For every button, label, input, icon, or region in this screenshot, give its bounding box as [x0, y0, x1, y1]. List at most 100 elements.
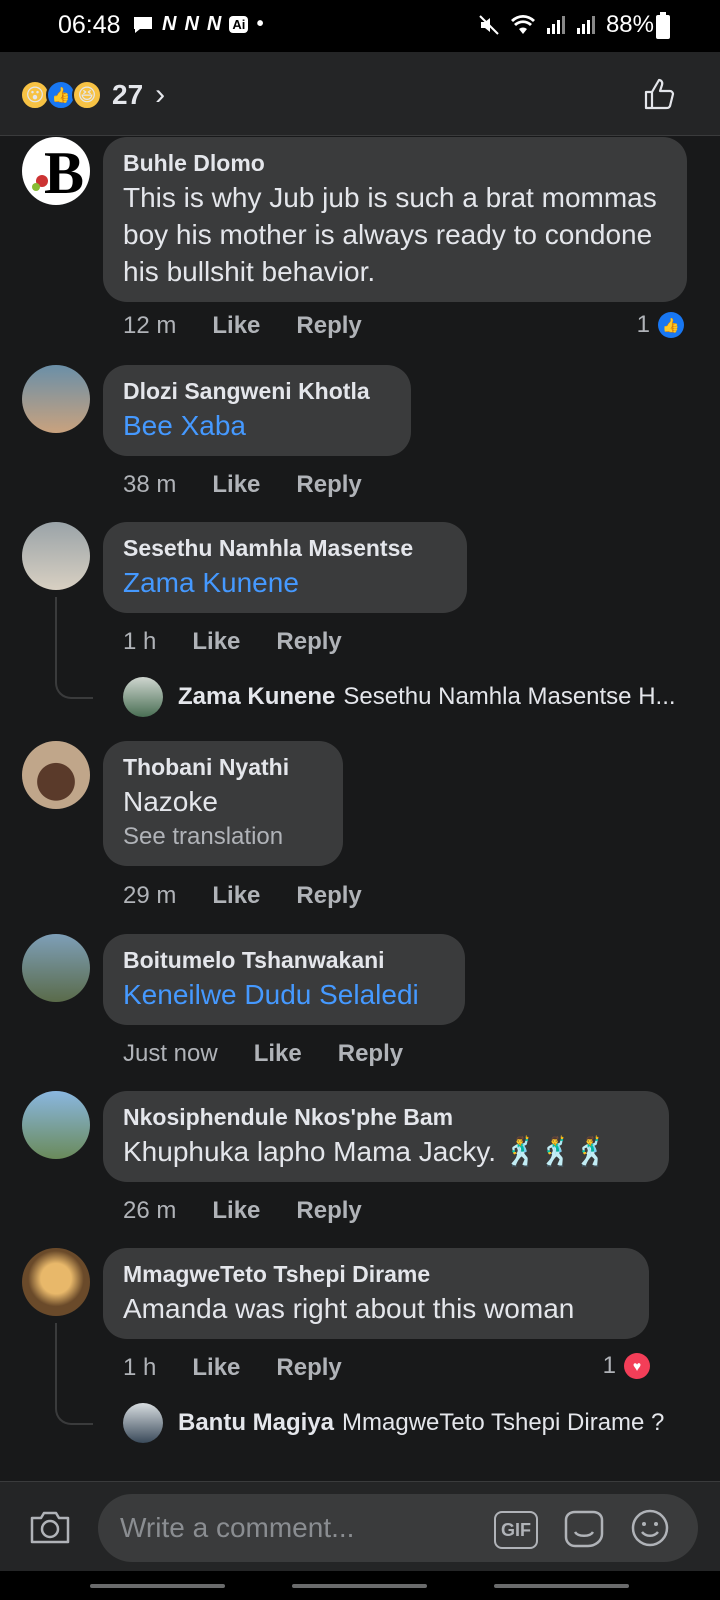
signal-icon	[576, 16, 595, 34]
reply-author: Zama Kunene	[178, 683, 336, 710]
comment-author[interactable]: Boitumelo Tshanwakani	[123, 944, 445, 976]
comment-composer: Write a comment... GIF	[0, 1481, 720, 1571]
reaction-count: 27	[112, 79, 144, 110]
reply-text: Sesethu Namhla Masentse H...	[343, 683, 676, 710]
comment-time: 26 m	[123, 1197, 177, 1224]
comment-time: 29 m	[123, 882, 177, 909]
thread-line	[55, 597, 93, 699]
comment-reactions[interactable]: 1 ♥	[603, 1352, 650, 1380]
comment-bubble[interactable]: Nkosiphendule Nkos'phe Bam Khuphuka laph…	[103, 1091, 669, 1182]
comment-bubble[interactable]: Buhle Dlomo This is why Jub jub is such …	[103, 137, 687, 302]
avatar	[123, 1403, 163, 1443]
nav-home-button[interactable]	[292, 1584, 427, 1588]
like-link[interactable]: Like	[254, 1040, 302, 1068]
comment-time: Just now	[123, 1040, 218, 1067]
status-bar: 06:48 N N N Ai • 88%	[0, 0, 720, 52]
notification-icon: N	[206, 13, 222, 35]
reply-link[interactable]: Reply	[338, 1040, 403, 1068]
comment-bubble[interactable]: Sesethu Namhla Masentse Zama Kunene	[103, 522, 467, 613]
like-link[interactable]: Like	[192, 1354, 240, 1382]
avatar[interactable]: B	[22, 137, 90, 205]
nav-back-button[interactable]	[494, 1584, 629, 1588]
notification-icons: N N N Ai •	[132, 13, 263, 36]
chevron-right-icon: ›	[155, 78, 166, 111]
nav-recent-button[interactable]	[90, 1584, 225, 1588]
reply-preview[interactable]: Zama Kunene Sesethu Namhla Masentse H...	[123, 677, 693, 717]
see-translation-link[interactable]: See translation	[123, 820, 323, 854]
like-button[interactable]	[642, 76, 678, 112]
status-right: 88%	[478, 11, 654, 39]
signal-icon	[546, 16, 565, 34]
comment-text: This is why Jub jub is such a brat momma…	[123, 182, 657, 287]
reply-link[interactable]: Reply	[276, 1354, 341, 1382]
comment-author[interactable]: Nkosiphendule Nkos'phe Bam	[123, 1101, 649, 1133]
avatar[interactable]	[22, 1091, 90, 1159]
avatar[interactable]	[22, 365, 90, 433]
like-link[interactable]: Like	[212, 471, 260, 499]
dot-icon: •	[256, 13, 264, 35]
avatar[interactable]	[22, 1248, 90, 1316]
comment-author[interactable]: MmagweTeto Tshepi Dirame	[123, 1258, 629, 1290]
comment-list: B Buhle Dlomo This is why Jub jub is suc…	[0, 137, 720, 1480]
love-reaction-icon: ♥	[624, 1353, 650, 1379]
thread-line	[55, 1323, 93, 1425]
reply-link[interactable]: Reply	[296, 1197, 361, 1225]
camera-icon[interactable]	[28, 1506, 72, 1546]
gif-button[interactable]: GIF	[494, 1511, 538, 1549]
comment-actions: 26 m Like Reply	[123, 1197, 398, 1225]
reply-link[interactable]: Reply	[276, 628, 341, 656]
wifi-icon	[510, 15, 535, 34]
sticker-icon[interactable]	[562, 1508, 606, 1550]
comment-author[interactable]: Sesethu Namhla Masentse	[123, 532, 447, 564]
reply-preview[interactable]: Bantu Magiya MmagweTeto Tshepi Dirame ?	[123, 1403, 693, 1443]
avatar[interactable]	[22, 522, 90, 590]
comment-actions: 1 h Like Reply	[123, 1354, 378, 1382]
system-nav-bar	[0, 1571, 720, 1600]
reply-link[interactable]: Reply	[296, 312, 361, 340]
like-link[interactable]: Like	[192, 628, 240, 656]
notification-icon: N	[184, 13, 199, 35]
comment-time: 38 m	[123, 471, 177, 498]
reply-link[interactable]: Reply	[296, 882, 361, 910]
comment-actions: 12 m Like Reply	[123, 312, 398, 340]
mute-icon	[479, 15, 499, 35]
emoji-icon[interactable]	[630, 1508, 670, 1548]
comment-mention[interactable]: Keneilwe Dudu Selaledi	[123, 976, 445, 1013]
comment-time: 12 m	[123, 312, 177, 339]
like-link[interactable]: Like	[212, 1197, 260, 1225]
comment-bubble[interactable]: Boitumelo Tshanwakani Keneilwe Dudu Sela…	[103, 934, 465, 1025]
comment-time: 1 h	[123, 628, 157, 655]
comment-mention[interactable]: Bee Xaba	[123, 407, 391, 444]
comment-author[interactable]: Thobani Nyathi	[123, 751, 323, 783]
like-link[interactable]: Like	[212, 882, 260, 910]
comment-placeholder: Write a comment...	[120, 1512, 355, 1543]
avatar[interactable]	[22, 741, 90, 809]
comment-reaction-count: 1	[602, 1352, 616, 1379]
comment-author[interactable]: Buhle Dlomo	[123, 147, 667, 179]
comment-actions: Just now Like Reply	[123, 1040, 439, 1068]
reply-author: Bantu Magiya	[178, 1409, 335, 1436]
comment-time: 1 h	[123, 1354, 157, 1381]
reply-text: MmagweTeto Tshepi Dirame ?	[342, 1409, 665, 1436]
battery-icon	[656, 12, 670, 39]
comment-bubble[interactable]: Dlozi Sangweni Khotla Bee Xaba	[103, 365, 411, 456]
comment-author[interactable]: Dlozi Sangweni Khotla	[123, 375, 391, 407]
reactions-header: 😮 👍 😆 27 ›	[0, 52, 720, 136]
comment-actions: 1 h Like Reply	[123, 628, 378, 656]
comment-bubble[interactable]: Thobani Nyathi Nazoke See translation	[103, 741, 343, 866]
reply-link[interactable]: Reply	[296, 471, 361, 499]
comment-actions: 38 m Like Reply	[123, 471, 398, 499]
comment-text: Amanda was right about this woman	[123, 1293, 575, 1324]
svg-text:B: B	[44, 140, 84, 205]
comment-reactions[interactable]: 1 👍	[637, 311, 684, 339]
comment-bubble[interactable]: MmagweTeto Tshepi Dirame Amanda was righ…	[103, 1248, 649, 1339]
reactions-summary[interactable]: 😮 👍 😆 27 ›	[20, 78, 165, 112]
message-icon	[134, 16, 152, 33]
comment-actions: 29 m Like Reply	[123, 882, 398, 910]
comment-text: Khuphuka lapho Mama Jacky. 🕺🕺🕺	[123, 1136, 609, 1167]
comment-mention[interactable]: Zama Kunene	[123, 564, 447, 601]
comment-input[interactable]: Write a comment... GIF	[98, 1494, 698, 1562]
avatar[interactable]	[22, 934, 90, 1002]
avatar	[123, 677, 163, 717]
like-link[interactable]: Like	[212, 312, 260, 340]
